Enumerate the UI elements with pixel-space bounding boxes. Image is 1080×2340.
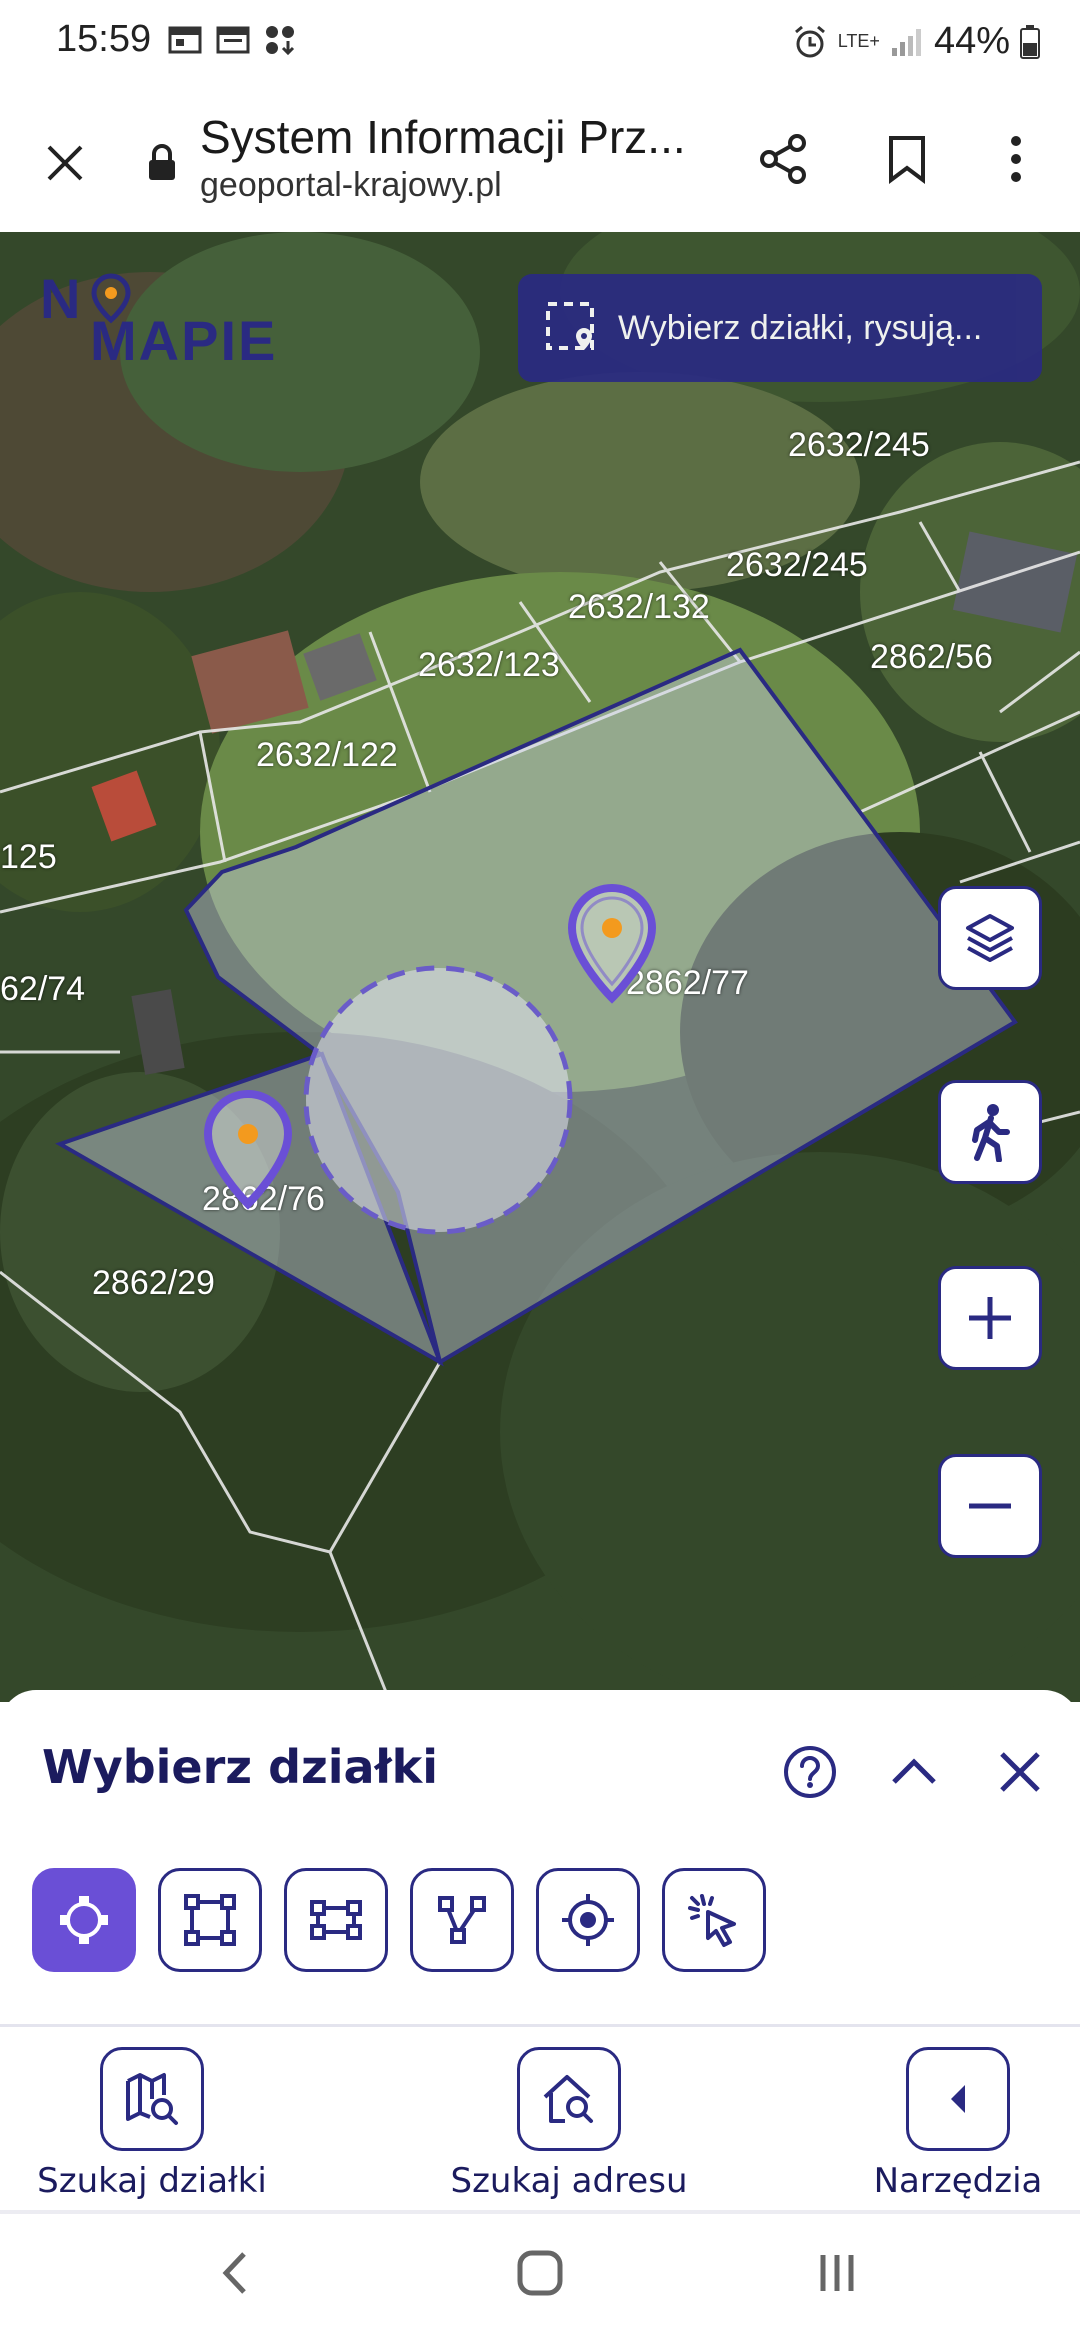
- calendar-icon: [216, 26, 250, 54]
- parcel-pin-icon[interactable]: [564, 882, 660, 1006]
- polyline-icon: [438, 1896, 486, 1944]
- caret-left-icon: [951, 2085, 965, 2113]
- search-address-button[interactable]: [517, 2047, 621, 2151]
- cursor-click-icon: [688, 1894, 736, 1947]
- parcel-label: 2632/132: [568, 588, 710, 626]
- layers-icon: [966, 914, 1014, 962]
- tool-select-click[interactable]: [662, 1868, 766, 1972]
- system-navigation-bar: [0, 2214, 1080, 2340]
- search-address-label: Szukaj adresu: [450, 2161, 688, 2201]
- plus-icon: [969, 1297, 1011, 1339]
- nav-search-address[interactable]: Szukaj adresu: [444, 2047, 694, 2201]
- page-url[interactable]: geoportal-krajowy.pl: [200, 166, 502, 205]
- map-search-icon: [126, 2073, 178, 2125]
- logo: N MAPIE: [40, 266, 280, 372]
- map-view[interactable]: N MAPIE Wybierz działki, rysują... 2632/…: [0, 232, 1080, 1702]
- close-tab-button[interactable]: [30, 128, 100, 198]
- tool-select-box[interactable]: [284, 1868, 388, 1972]
- tool-select-rectangle[interactable]: [158, 1868, 262, 1972]
- target-icon: [562, 1894, 614, 1946]
- tool-select-radius[interactable]: [536, 1868, 640, 1972]
- parcel-label: 125: [0, 838, 57, 876]
- tools-label: Narzędzia: [873, 2161, 1043, 2201]
- select-parcels-panel: Wybierz działki: [0, 1690, 1080, 2030]
- system-back-button[interactable]: [200, 2238, 270, 2308]
- back-chevron-icon: [222, 2252, 246, 2294]
- battery-icon: [1020, 24, 1040, 59]
- browser-toolbar: System Informacji Prz... geoportal-krajo…: [0, 92, 1080, 232]
- box-select-icon: [310, 1900, 362, 1940]
- home-search-icon: [543, 2075, 593, 2123]
- more-options-button[interactable]: [986, 124, 1046, 194]
- system-recents-button[interactable]: [802, 2238, 872, 2308]
- calendar-icon: [168, 26, 202, 54]
- logo-part1: N: [40, 267, 83, 330]
- share-button[interactable]: [748, 124, 818, 194]
- notification-icons: [168, 24, 296, 56]
- zoom-out-button[interactable]: [938, 1454, 1042, 1558]
- system-home-button[interactable]: [500, 2238, 580, 2308]
- lock-icon: [142, 138, 182, 188]
- parcel-label: 2632/245: [726, 546, 868, 584]
- home-square-icon: [517, 2250, 563, 2296]
- select-parcels-chip-label: Wybierz działki, rysują...: [618, 308, 983, 347]
- search-parcel-label: Szukaj działki: [37, 2161, 267, 2201]
- battery-percent: 44%: [933, 20, 1010, 62]
- system-icons: LTE+ 44%: [792, 20, 1040, 63]
- bookmark-icon: [889, 136, 925, 184]
- tool-select-point[interactable]: [32, 1868, 136, 1972]
- status-time: 15:59: [56, 18, 152, 60]
- minus-icon: [969, 1503, 1011, 1509]
- tool-select-polyline[interactable]: [410, 1868, 514, 1972]
- help-icon: [784, 1746, 836, 1798]
- tools-button[interactable]: [906, 2047, 1010, 2151]
- select-area-icon: [546, 302, 594, 350]
- bottom-navigation: Szukaj działki Szukaj adresu Narzędzia: [0, 2027, 1080, 2212]
- bookmark-button[interactable]: [872, 124, 942, 194]
- more-vertical-icon: [1011, 136, 1021, 182]
- zoom-in-button[interactable]: [938, 1266, 1042, 1370]
- share-icon: [760, 134, 806, 184]
- page-title[interactable]: System Informacji Prz...: [200, 110, 686, 164]
- parcel-label: 62/74: [0, 970, 86, 1008]
- network-type: LTE+: [837, 31, 880, 51]
- panel-title: Wybierz działki: [42, 1740, 439, 1794]
- nav-search-parcel[interactable]: Szukaj działki: [37, 2047, 267, 2201]
- help-button[interactable]: [780, 1742, 840, 1802]
- signal-icon: [891, 28, 921, 56]
- parcel-pin-icon[interactable]: [200, 1088, 296, 1212]
- collapse-button[interactable]: [884, 1742, 944, 1802]
- nav-tools[interactable]: Narzędzia: [868, 2047, 1048, 2201]
- logo-part2: MAPIE: [90, 309, 278, 372]
- parcel-label: 2862/29: [92, 1264, 215, 1302]
- parcel-label: 2862/56: [870, 638, 993, 676]
- parcel-label: 2632/122: [256, 736, 398, 774]
- select-parcels-chip[interactable]: Wybierz działki, rysują...: [518, 274, 1042, 382]
- apps-icon: [266, 26, 295, 56]
- layers-button[interactable]: [938, 886, 1042, 990]
- status-bar: 15:59 LTE+ 44%: [0, 0, 1080, 92]
- close-icon: [1000, 1752, 1040, 1792]
- parcel-label: 2632/123: [418, 646, 560, 684]
- street-view-button[interactable]: [938, 1080, 1042, 1184]
- crosshair-move-icon: [60, 1896, 108, 1944]
- close-panel-button[interactable]: [990, 1742, 1050, 1802]
- search-parcel-button[interactable]: [100, 2047, 204, 2151]
- recents-icon: [820, 2255, 854, 2291]
- walking-person-icon: [972, 1104, 1010, 1162]
- chevron-up-icon: [892, 1758, 936, 1784]
- close-icon: [47, 145, 83, 181]
- alarm-icon: [794, 25, 825, 57]
- rectangle-select-icon: [184, 1894, 236, 1946]
- parcel-label: 2632/245: [788, 426, 930, 464]
